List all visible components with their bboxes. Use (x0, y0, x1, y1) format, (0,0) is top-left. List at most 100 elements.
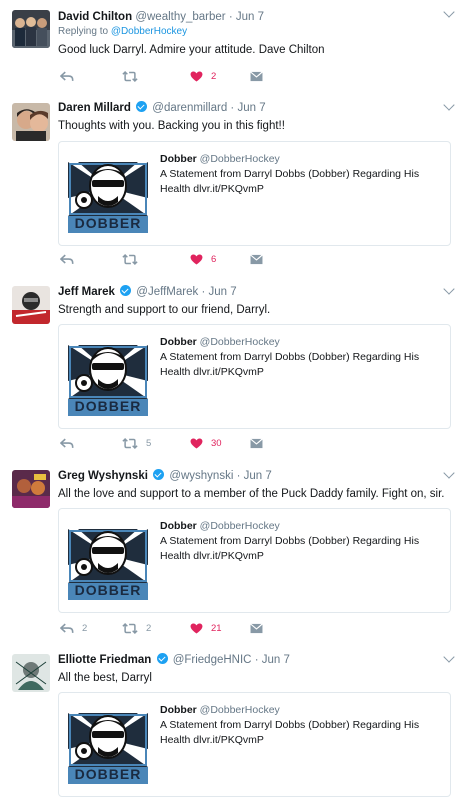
like-button[interactable]: 30 (190, 435, 222, 451)
retweet-button[interactable] (122, 251, 138, 267)
dobber-logo-image: DOBBER (68, 158, 148, 233)
like-button[interactable]: 2 (190, 68, 216, 84)
author-handle[interactable]: @JeffMarek (136, 286, 198, 298)
tweet-date[interactable]: Jun 7 (209, 286, 237, 298)
separator: · (236, 470, 241, 482)
reply-button[interactable] (60, 435, 74, 451)
tweet[interactable]: David Chilton @wealthy_barber · Jun 7 Re… (0, 0, 463, 94)
author-name[interactable]: Jeff Marek (58, 286, 115, 298)
replying-to: Replying to @DobberHockey (58, 26, 451, 37)
tweet[interactable]: Daren Millard @darenmillard · Jun 7 Thou… (0, 93, 463, 278)
envelope-icon (250, 71, 263, 82)
author-name[interactable]: David Chilton (58, 11, 132, 23)
retweet-button[interactable]: 5 (122, 435, 151, 451)
card-title: Dobber (160, 520, 197, 532)
link-card[interactable]: DOBBER Dobber @DobberHockey A Statement … (58, 508, 451, 613)
reply-button[interactable] (60, 251, 74, 267)
tweet-date[interactable]: Jun 7 (262, 654, 290, 666)
avatar[interactable] (12, 10, 50, 48)
retweet-count: 2 (146, 622, 152, 634)
card-title: Dobber (160, 336, 197, 348)
envelope-icon (250, 438, 263, 449)
verified-badge-icon (153, 469, 165, 480)
retweet-icon (122, 438, 138, 449)
card-handle: @DobberHockey (199, 336, 280, 348)
direct-message-button[interactable] (250, 435, 263, 451)
separator: · (228, 11, 233, 23)
avatar[interactable] (12, 470, 50, 508)
avatar[interactable] (12, 654, 50, 692)
verified-badge-icon (120, 285, 132, 296)
tweet[interactable]: Elliotte Friedman @FriedgeHNIC · Jun 7 A… (0, 645, 463, 797)
replying-handle[interactable]: @DobberHockey (111, 26, 187, 37)
separator: · (201, 286, 206, 298)
logo-text: DOBBER (74, 582, 142, 598)
reply-arrow-icon (60, 254, 74, 265)
tweet-text: All the best, Darryl (58, 672, 152, 684)
avatar[interactable] (12, 286, 50, 324)
direct-message-button[interactable] (250, 68, 263, 84)
tweet[interactable]: Jeff Marek @JeffMarek · Jun 7 Strength a… (0, 277, 463, 462)
logo-text: DOBBER (74, 398, 142, 414)
card-handle: @DobberHockey (199, 704, 280, 716)
dobber-logo-image: DOBBER (68, 341, 148, 416)
tweet-date[interactable]: Jun 7 (244, 470, 272, 482)
retweet-count: 5 (146, 437, 152, 449)
author-name[interactable]: Elliotte Friedman (58, 654, 151, 666)
tweet-text: Thoughts with you. Backing you in this f… (58, 120, 285, 132)
author-handle[interactable]: @wealthy_barber (135, 11, 225, 23)
card-title: Dobber (160, 704, 197, 716)
replying-label: Replying to (58, 26, 109, 37)
retweet-icon (122, 623, 138, 634)
link-card[interactable]: DOBBER Dobber @DobberHockey A Statement … (58, 141, 451, 246)
tweet-text: Good luck Darryl. Admire your attitude. … (58, 44, 325, 56)
like-count: 2 (211, 70, 217, 82)
reply-arrow-icon (60, 438, 74, 449)
heart-icon (190, 623, 203, 634)
reply-button[interactable]: 2 (60, 620, 87, 636)
author-handle[interactable]: @wyshynski (169, 470, 233, 482)
like-count: 6 (211, 253, 217, 265)
logo-text: DOBBER (74, 766, 142, 782)
card-description: A Statement from Darryl Dobbs (Dobber) R… (160, 535, 420, 562)
author-handle[interactable]: @FriedgeHNIC (173, 654, 252, 666)
author-name[interactable]: Daren Millard (58, 102, 131, 114)
like-button[interactable]: 6 (190, 251, 216, 267)
card-title: Dobber (160, 153, 197, 165)
verified-badge-icon (156, 653, 168, 664)
link-card[interactable]: DOBBER Dobber @DobberHockey A Statement … (58, 692, 451, 797)
verified-badge-icon (136, 101, 148, 112)
tweet-date[interactable]: Jun 7 (236, 11, 264, 23)
card-description: A Statement from Darryl Dobbs (Dobber) R… (160, 168, 420, 195)
tweet[interactable]: Greg Wyshynski @wyshynski · Jun 7 All th… (0, 461, 463, 646)
retweet-button[interactable]: 2 (122, 620, 151, 636)
dobber-logo-image: DOBBER (68, 709, 148, 784)
envelope-icon (250, 254, 263, 265)
separator: · (254, 654, 259, 666)
reply-count: 2 (82, 622, 88, 634)
reply-arrow-icon (60, 71, 74, 82)
card-handle: @DobberHockey (199, 153, 280, 165)
card-description: A Statement from Darryl Dobbs (Dobber) R… (160, 719, 420, 746)
like-count: 30 (211, 437, 222, 449)
reply-arrow-icon (60, 623, 74, 634)
author-handle[interactable]: @darenmillard (152, 102, 227, 114)
retweet-icon (122, 71, 138, 82)
tweet-text: All the love and support to a member of … (58, 488, 445, 500)
heart-icon (190, 438, 203, 449)
logo-text: DOBBER (74, 215, 142, 231)
tweet-date[interactable]: Jun 7 (237, 102, 265, 114)
retweet-button[interactable] (122, 68, 138, 84)
like-count: 21 (211, 622, 222, 634)
author-name[interactable]: Greg Wyshynski (58, 470, 148, 482)
like-button[interactable]: 21 (190, 620, 222, 636)
separator: · (230, 102, 235, 114)
direct-message-button[interactable] (250, 620, 263, 636)
card-description: A Statement from Darryl Dobbs (Dobber) R… (160, 351, 420, 378)
reply-button[interactable] (60, 68, 74, 84)
heart-icon (190, 254, 203, 265)
tweet-text: Strength and support to our friend, Darr… (58, 304, 271, 316)
avatar[interactable] (12, 103, 50, 141)
direct-message-button[interactable] (250, 251, 263, 267)
link-card[interactable]: DOBBER Dobber @DobberHockey A Statement … (58, 324, 451, 429)
